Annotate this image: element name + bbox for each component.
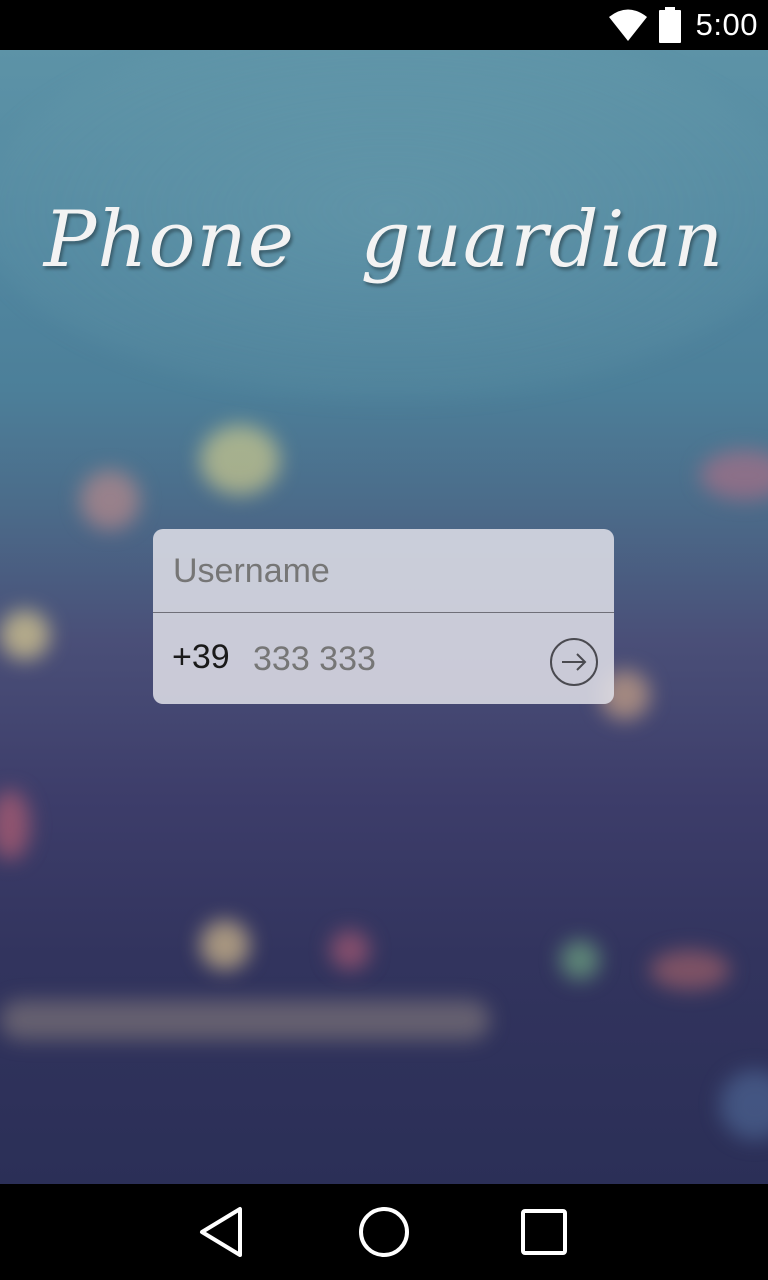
back-icon	[200, 1207, 242, 1257]
phone-number-input[interactable]	[253, 635, 533, 683]
arrow-right-circle-icon	[550, 638, 598, 686]
username-input[interactable]	[173, 547, 593, 595]
phone-row: +39	[153, 613, 614, 704]
battery-icon	[658, 7, 681, 43]
status-bar: 5:00	[0, 0, 768, 50]
username-row	[153, 529, 614, 613]
wifi-icon	[608, 9, 647, 41]
recents-button[interactable]	[512, 1202, 576, 1262]
country-code: +39	[172, 638, 230, 676]
submit-button[interactable]	[549, 637, 599, 687]
status-time: 5:00	[695, 7, 758, 42]
home-button[interactable]	[352, 1202, 416, 1262]
back-button[interactable]	[190, 1202, 254, 1262]
status-icons: 5:00	[608, 0, 758, 50]
app-title: Phone guardian	[43, 195, 725, 285]
navigation-bar	[0, 1184, 768, 1280]
home-icon	[359, 1207, 409, 1257]
recents-icon	[521, 1209, 567, 1255]
login-card: +39	[153, 529, 614, 704]
